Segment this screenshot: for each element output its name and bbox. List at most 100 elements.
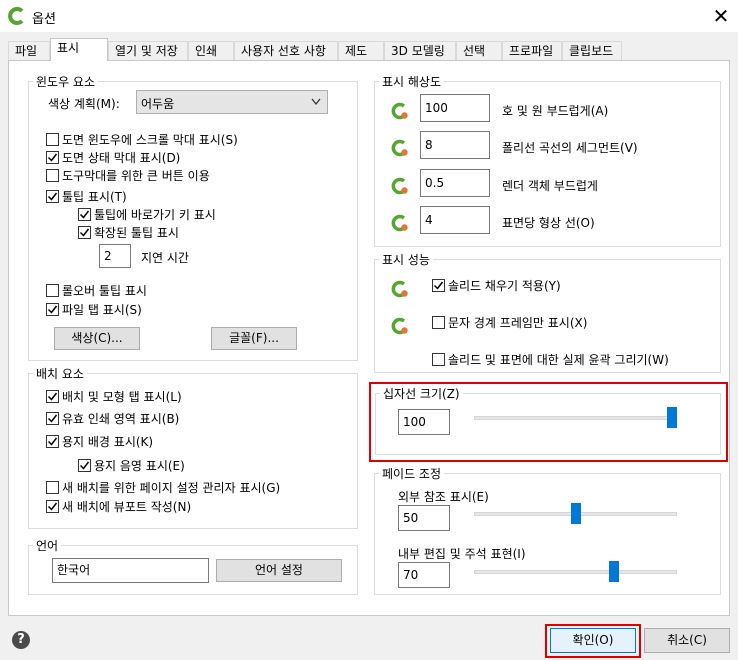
shortcut-keys-checkbox[interactable] [78,208,91,221]
tooltips-label: 툴팁 표시(T) [62,190,127,204]
cancel-button[interactable]: 취소(C) [644,628,730,653]
printable-area-label: 유효 인쇄 영역 표시(B) [62,412,180,426]
drawing-setting-icon [390,279,410,299]
silhouettes-label: 솔리드 및 표면에 대한 실제 윤곽 그리기(W) [448,353,669,367]
xref-display-input[interactable]: 50 [398,505,450,531]
tab-drafting[interactable]: 제도 [338,41,384,60]
check-icon [79,210,90,219]
help-icon[interactable]: ? [12,631,30,649]
text-frame-checkbox[interactable] [432,316,445,329]
tab-profile[interactable]: 프로파일 [502,41,562,60]
tab-open-save[interactable]: 열기 및 저장 [108,41,188,60]
tab-clipboard[interactable]: 클립보드 [562,41,622,60]
delay-input[interactable]: 2 [99,244,131,268]
chevron-down-icon [311,98,321,106]
file-tabs-label: 파일 탭 표시(S) [62,303,142,317]
fade-control-title: 페이드 조정 [379,465,445,482]
large-buttons-checkbox[interactable] [46,169,59,182]
color-scheme-select[interactable]: 어두움 [136,90,328,114]
drawing-setting-icon [390,101,410,121]
ok-button[interactable]: 확인(O) [550,628,636,653]
display-performance-title: 표시 성능 [379,251,433,268]
color-scheme-label: 색상 계획(M): [48,97,120,111]
contour-lines-input[interactable]: 4 [420,206,490,234]
arc-smoothness-input[interactable]: 100 [420,94,490,122]
check-icon [433,281,444,290]
paper-background-checkbox[interactable] [46,435,59,448]
crosshair-size-slider-track[interactable] [474,416,677,420]
fonts-button[interactable]: 글꼴(F)... [211,327,297,350]
printable-area-checkbox[interactable] [46,412,59,425]
check-icon [79,461,90,470]
shortcut-keys-label: 툴팁에 바로가기 키 표시 [94,208,216,222]
render-smoothness-input[interactable]: 0.5 [420,169,490,197]
extended-tooltips-checkbox[interactable] [78,226,91,239]
polyline-segments-label: 폴리선 곡선의 세그먼트(V) [502,141,638,155]
create-viewport-checkbox[interactable] [46,500,59,513]
app-logo-icon [8,7,26,25]
tab-file[interactable]: 파일 [8,41,50,60]
check-icon [47,192,58,201]
tooltips-checkbox[interactable] [46,190,59,203]
tab-print[interactable]: 인쇄 [188,41,234,60]
display-resolution-title: 표시 해상도 [379,73,445,90]
solid-fill-label: 솔리드 채우기 적용(Y) [448,279,561,293]
language-input[interactable]: 한국어 [52,558,209,583]
tab-selection[interactable]: 선택 [456,41,502,60]
tab-3d-modeling[interactable]: 3D 모델링 [384,41,456,60]
paper-shadow-checkbox[interactable] [78,459,91,472]
extended-tooltips-label: 확장된 툴팁 표시 [94,226,179,240]
inplace-edit-label: 내부 편집 및 주석 표현(I) [398,547,526,561]
text-frame-label: 문자 경계 프레임만 표시(X) [448,316,588,330]
drawing-setting-icon [390,316,410,336]
page-setup-manager-checkbox[interactable] [46,481,59,494]
render-smoothness-label: 렌더 객체 부드럽게 [502,179,598,193]
large-buttons-label: 도구막대를 위한 큰 버튼 이용 [62,169,210,183]
status-bar-checkbox[interactable] [46,151,59,164]
page-setup-manager-label: 새 배치를 위한 페이지 설정 관리자 표시(G) [62,481,281,495]
polyline-segments-input[interactable]: 8 [420,131,490,159]
check-icon [47,502,58,511]
arc-smoothness-label: 호 및 원 부드럽게(A) [502,104,609,118]
drawing-setting-icon [390,213,410,233]
drawing-setting-icon [390,176,410,196]
scrollbars-checkbox[interactable] [46,133,59,146]
contour-lines-label: 표면당 형상 선(O) [502,216,595,230]
check-icon [47,414,58,423]
close-icon[interactable]: ✕ [706,2,736,30]
check-icon [79,228,90,237]
inplace-edit-input[interactable]: 70 [398,562,450,588]
language-settings-button[interactable]: 언어 설정 [216,559,342,582]
paper-background-label: 용지 배경 표시(K) [62,435,154,449]
title-bar [0,0,738,32]
xref-display-slider-thumb[interactable] [571,503,581,524]
tab-display[interactable]: 표시 [50,38,108,61]
tab-user-preferences[interactable]: 사용자 선호 사항 [234,41,338,60]
layout-tabs-checkbox[interactable] [46,390,59,403]
paper-shadow-label: 용지 음영 표시(E) [94,459,185,473]
colors-button[interactable]: 색상(C)... [54,327,140,350]
scrollbars-label: 도면 윈도우에 스크롤 막대 표시(S) [62,133,238,147]
color-scheme-value: 어두움 [141,97,175,111]
crosshair-size-input[interactable]: 100 [398,409,450,435]
language-title: 언어 [33,537,62,554]
check-icon [47,392,58,401]
solid-fill-checkbox[interactable] [432,279,445,292]
inplace-edit-slider-track[interactable] [474,570,677,574]
crosshair-size-slider-thumb[interactable] [667,407,677,428]
layout-elements-title: 배치 요소 [33,365,87,382]
file-tabs-checkbox[interactable] [46,303,59,316]
crosshair-size-title: 십자선 크기(Z) [380,385,463,402]
rollover-tooltips-label: 롤오버 툴팁 표시 [62,284,147,298]
inplace-edit-slider-thumb[interactable] [609,561,619,582]
drawing-setting-icon [390,138,410,158]
create-viewport-label: 새 배치에 뷰포트 작성(N) [62,500,192,514]
check-icon [47,305,58,314]
window-title: 옵션 [32,12,56,27]
check-icon [47,437,58,446]
xref-display-label: 외부 참조 표시(E) [398,490,489,504]
silhouettes-checkbox[interactable] [432,353,445,366]
window-elements-title: 윈도우 요소 [33,73,99,90]
rollover-tooltips-checkbox[interactable] [46,284,59,297]
check-icon [47,153,58,162]
